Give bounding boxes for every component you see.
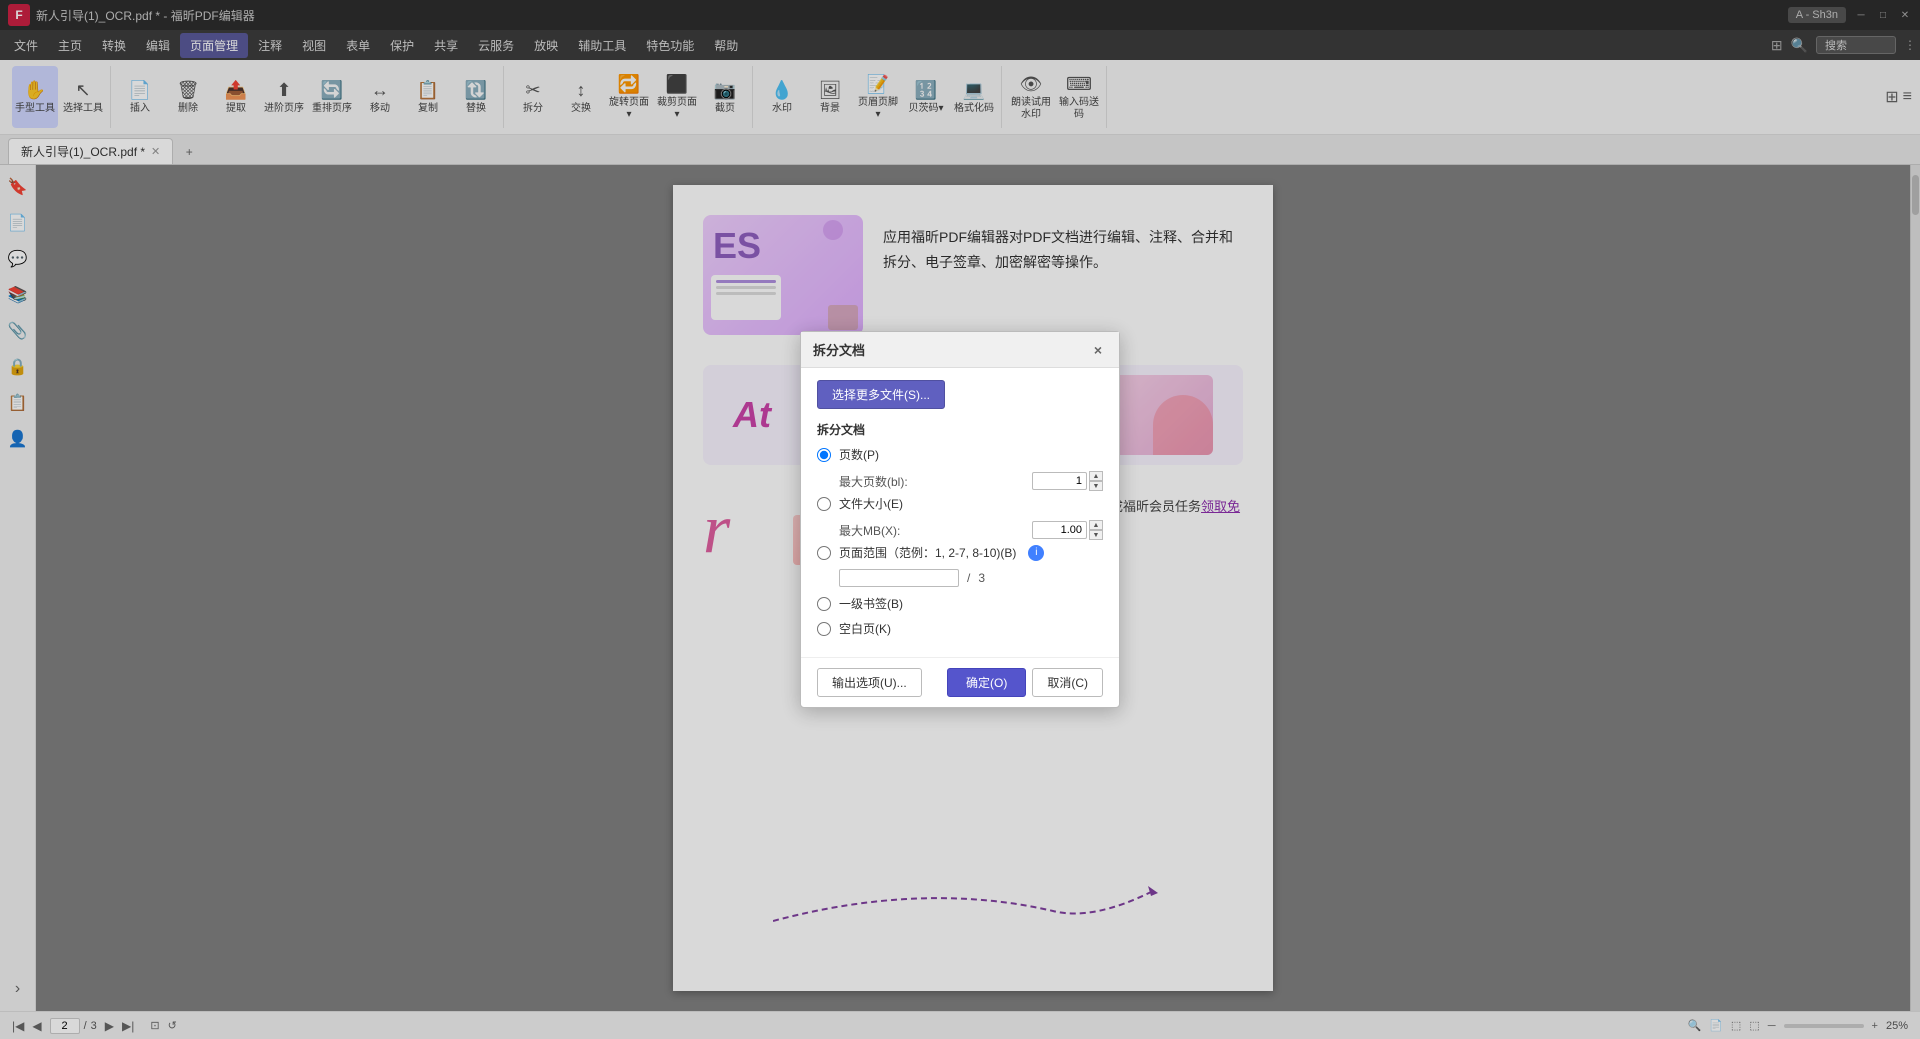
option-bookmark-radio[interactable] — [817, 597, 831, 611]
option-pages-row: 页数(P) — [817, 446, 1103, 463]
dialog-overlay[interactable]: 拆分文档 × 选择更多文件(S)... 拆分文档 页数(P) 最大页数(bl): — [0, 0, 1920, 1039]
option-filesize-row: 文件大小(E) — [817, 495, 1103, 512]
dialog-action-buttons: 确定(O) 取消(C) — [947, 668, 1103, 697]
dialog-titlebar: 拆分文档 × — [801, 332, 1119, 368]
max-pages-input-group: ▲ ▼ — [1032, 471, 1103, 491]
dialog-section-label: 拆分文档 — [817, 421, 1103, 438]
option-pages-radio[interactable] — [817, 448, 831, 462]
split-document-dialog: 拆分文档 × 选择更多文件(S)... 拆分文档 页数(P) 最大页数(bl): — [800, 331, 1120, 708]
range-total: 3 — [978, 571, 985, 585]
max-pages-up-button[interactable]: ▲ — [1089, 471, 1103, 481]
option-bookmark-row: 一级书签(B) — [817, 595, 1103, 612]
ok-button[interactable]: 确定(O) — [947, 668, 1026, 697]
option-range-label[interactable]: 页面范围（范例：1, 2-7, 8-10)(B) — [839, 544, 1016, 561]
dialog-title: 拆分文档 — [813, 340, 865, 359]
max-mb-row: 最大MB(X): ▲ ▼ — [817, 520, 1103, 540]
option-range-radio[interactable] — [817, 546, 831, 560]
option-blankpage-row: 空白页(K) — [817, 620, 1103, 637]
max-pages-spinner: ▲ ▼ — [1089, 471, 1103, 491]
cancel-button[interactable]: 取消(C) — [1032, 668, 1103, 697]
max-mb-spinner: ▲ ▼ — [1089, 520, 1103, 540]
max-pages-input[interactable] — [1032, 472, 1087, 490]
output-options-button[interactable]: 输出选项(U)... — [817, 668, 922, 697]
max-mb-input[interactable] — [1032, 521, 1087, 539]
max-mb-input-group: ▲ ▼ — [1032, 520, 1103, 540]
range-input-row: / 3 — [817, 569, 1103, 587]
range-input[interactable] — [839, 569, 959, 587]
dialog-footer: 输出选项(U)... 确定(O) 取消(C) — [801, 657, 1119, 707]
option-pages-label[interactable]: 页数(P) — [839, 446, 879, 463]
option-filesize-label[interactable]: 文件大小(E) — [839, 495, 903, 512]
max-mb-label: 最大MB(X): — [839, 522, 900, 539]
option-range-row: 页面范围（范例：1, 2-7, 8-10)(B) i — [817, 544, 1103, 561]
range-slash: / — [967, 571, 970, 585]
max-mb-up-button[interactable]: ▲ — [1089, 520, 1103, 530]
option-blankpage-label[interactable]: 空白页(K) — [839, 620, 891, 637]
max-mb-down-button[interactable]: ▼ — [1089, 530, 1103, 540]
max-pages-row: 最大页数(bl): ▲ ▼ — [817, 471, 1103, 491]
info-icon[interactable]: i — [1028, 545, 1044, 561]
select-files-button[interactable]: 选择更多文件(S)... — [817, 380, 945, 409]
dialog-close-button[interactable]: × — [1089, 341, 1107, 359]
option-filesize-radio[interactable] — [817, 497, 831, 511]
dialog-body: 选择更多文件(S)... 拆分文档 页数(P) 最大页数(bl): ▲ ▼ — [801, 368, 1119, 657]
option-blankpage-radio[interactable] — [817, 622, 831, 636]
max-pages-down-button[interactable]: ▼ — [1089, 481, 1103, 491]
max-pages-label: 最大页数(bl): — [839, 473, 908, 490]
option-bookmark-label[interactable]: 一级书签(B) — [839, 595, 903, 612]
